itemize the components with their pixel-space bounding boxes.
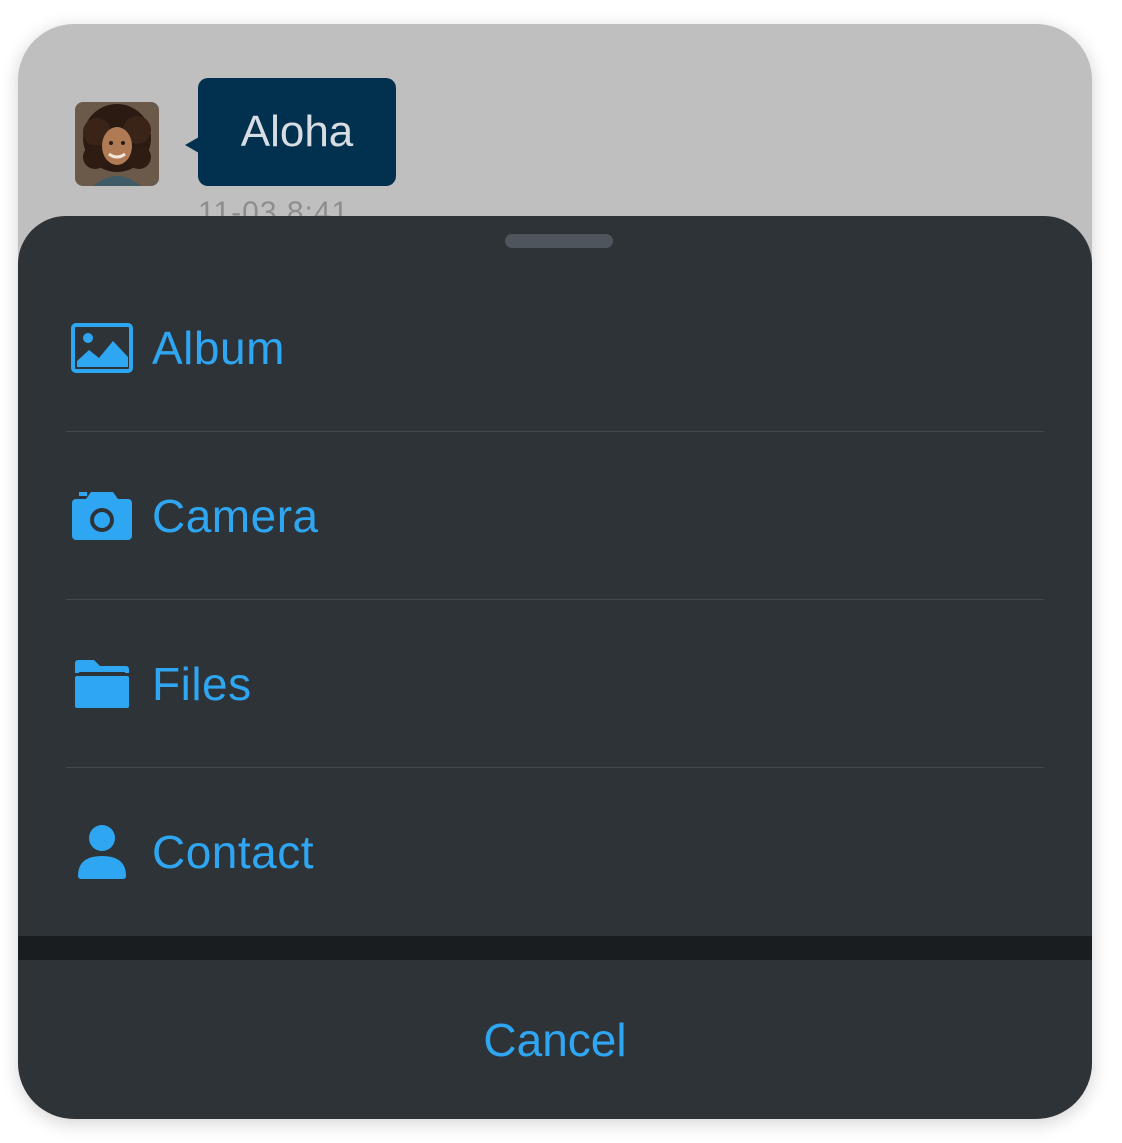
menu-item-label: Contact bbox=[152, 826, 315, 878]
menu-item-label: Album bbox=[152, 322, 285, 374]
cancel-label: Cancel bbox=[483, 1013, 627, 1066]
message-bubble[interactable]: Aloha bbox=[198, 78, 396, 186]
cancel-button[interactable]: Cancel bbox=[18, 960, 1092, 1119]
camera-icon bbox=[70, 484, 134, 548]
menu-item-label: Camera bbox=[152, 490, 319, 542]
bubble-tail bbox=[185, 137, 199, 153]
person-icon bbox=[70, 820, 134, 884]
menu-item-label: Files bbox=[152, 658, 252, 710]
menu-item-camera[interactable]: Camera bbox=[18, 432, 1092, 600]
sheet-separator bbox=[18, 936, 1092, 960]
avatar-photo bbox=[75, 102, 159, 186]
sheet-grabber[interactable] bbox=[505, 234, 613, 248]
menu-item-album[interactable]: Album bbox=[18, 264, 1092, 432]
action-sheet: Album Camera Files Contact Cancel bbox=[18, 216, 1092, 1119]
menu-item-contact[interactable]: Contact bbox=[18, 768, 1092, 936]
message-text: Aloha bbox=[240, 107, 354, 156]
avatar[interactable] bbox=[75, 102, 159, 186]
image-icon bbox=[70, 316, 134, 380]
phone-frame: Aloha 11-03 8:41 Album Camera Files Cont… bbox=[18, 24, 1092, 1119]
menu-item-files[interactable]: Files bbox=[18, 600, 1092, 768]
folder-icon bbox=[70, 652, 134, 716]
